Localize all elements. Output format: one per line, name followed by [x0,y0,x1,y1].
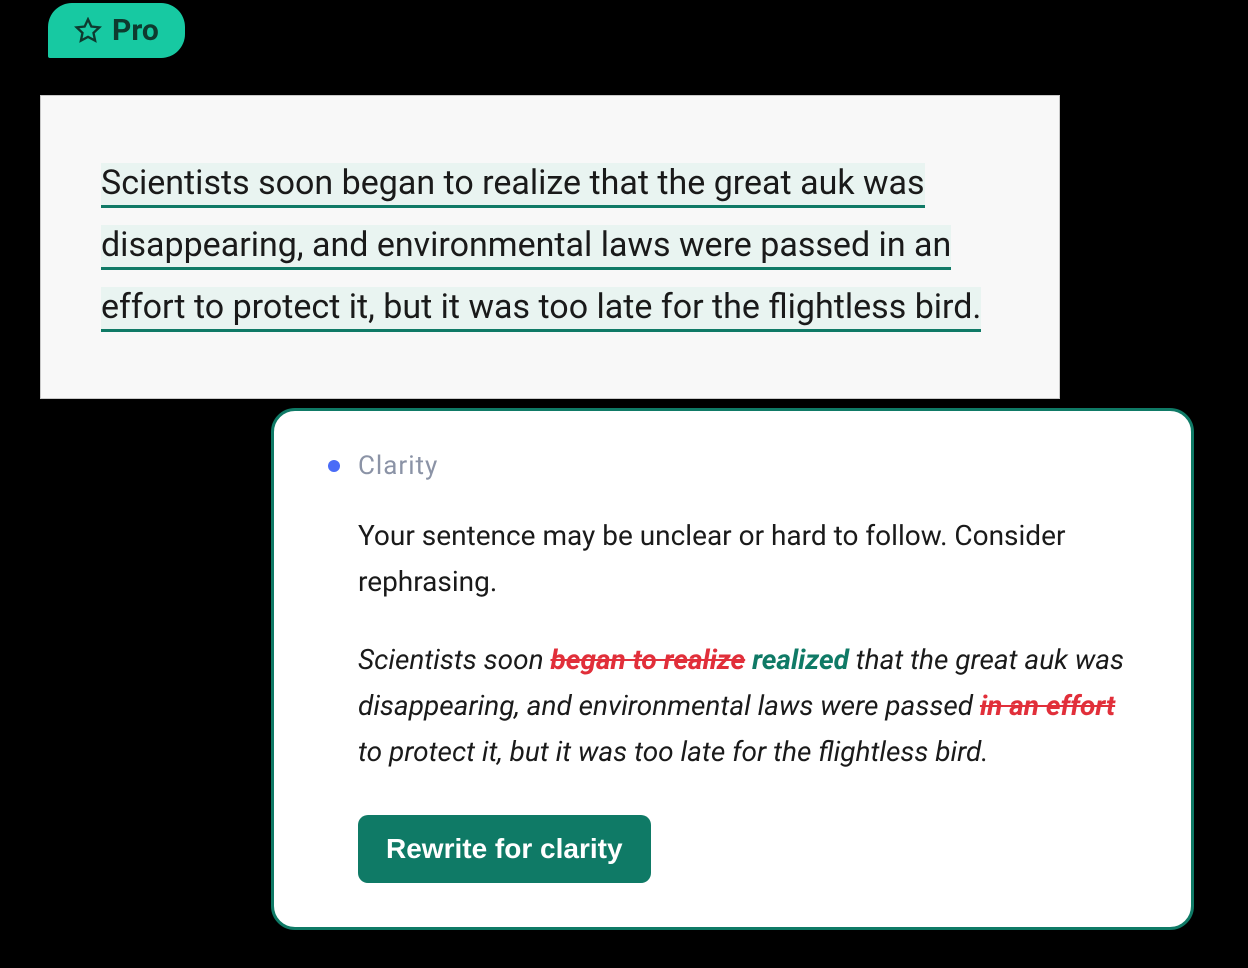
strike-text: in an effort [980,689,1115,722]
editor-text[interactable]: Scientists soon began to realize that th… [101,152,999,338]
insert-text: realized [752,643,849,676]
star-icon [74,17,102,45]
pro-badge: Pro [48,3,185,58]
pro-label: Pro [112,13,159,48]
editor-card[interactable]: Scientists soon began to realize that th… [40,95,1060,399]
sample-text: Scientists soon [358,643,551,676]
strike-text: began to realize [551,643,746,676]
suggestion-sample: Scientists soon began to realize realize… [358,637,1137,775]
suggestion-card: Clarity Your sentence may be unclear or … [271,408,1194,930]
suggestion-type-dot [328,460,340,472]
sample-text: to protect it, but it was too late for t… [358,735,989,768]
suggestion-header: Clarity [328,451,1137,481]
suggestion-description: Your sentence may be unclear or hard to … [358,513,1137,605]
highlighted-sentence[interactable]: Scientists soon began to realize that th… [101,163,981,332]
rewrite-button[interactable]: Rewrite for clarity [358,815,651,883]
suggestion-type-label: Clarity [358,451,438,481]
